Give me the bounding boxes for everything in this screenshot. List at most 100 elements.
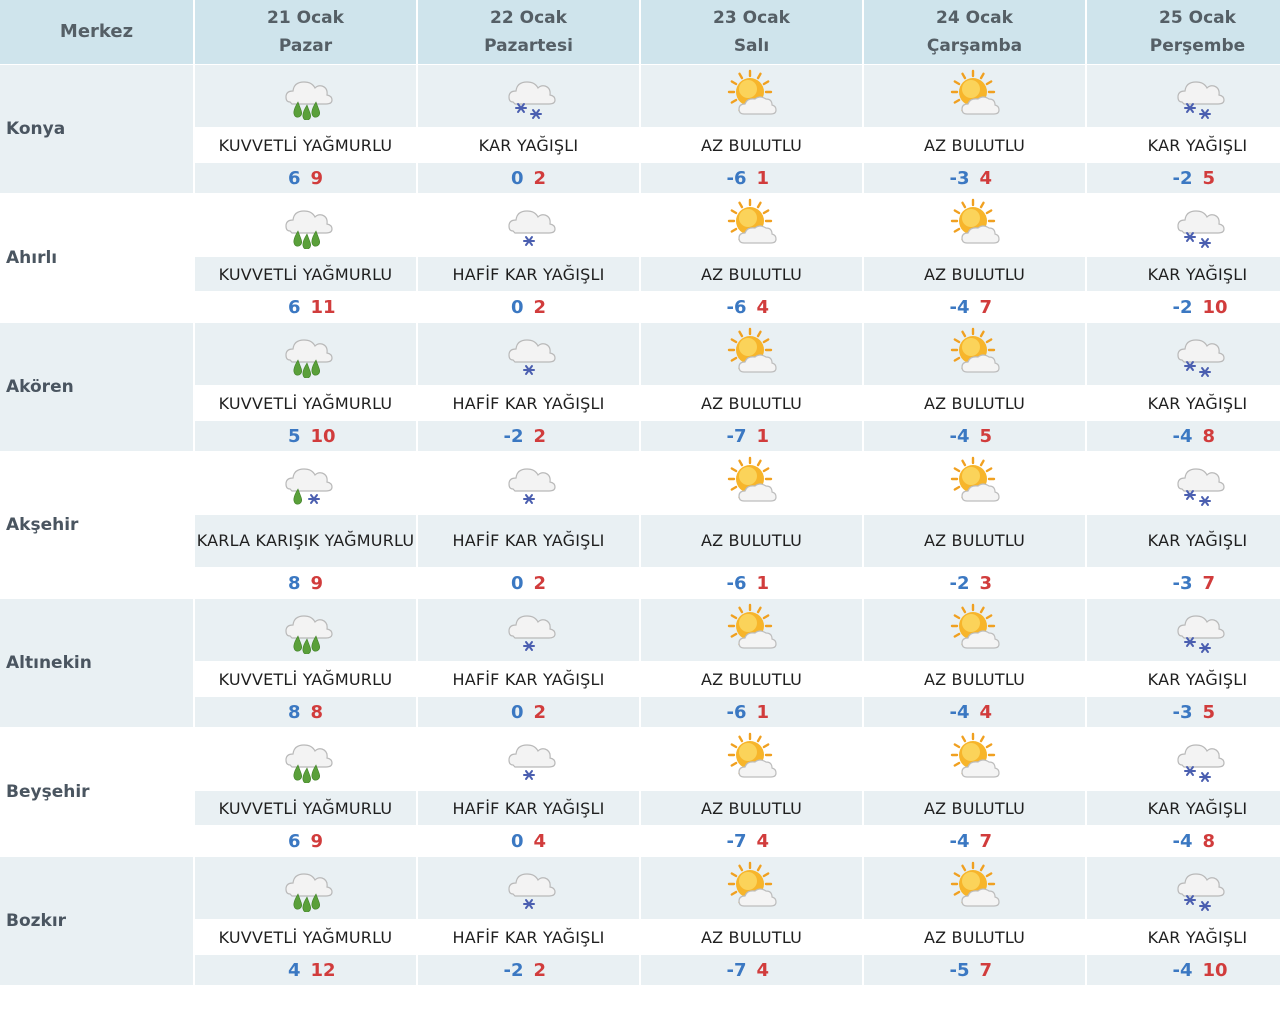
- condition-text: KUVVETLİ YAĞMURLU: [195, 920, 416, 954]
- weather-icon-cell: [641, 452, 862, 514]
- weather-icon-cell: [641, 194, 862, 256]
- heavy-rain-icon: [276, 860, 336, 913]
- condition-text: KUVVETLİ YAĞMURLU: [195, 791, 416, 825]
- temperature-cell: 69: [195, 826, 416, 856]
- weather-icon-cell: [641, 857, 862, 919]
- max-temperature: 9: [310, 572, 324, 594]
- min-temperature: -5: [949, 959, 970, 981]
- max-temperature: 8: [1202, 425, 1216, 447]
- weather-icon-cell: [418, 857, 639, 919]
- day-date: 24 Ocak: [936, 8, 1013, 28]
- partly-cloudy-icon: [945, 602, 1005, 654]
- condition-text: AZ BULUTLU: [864, 791, 1085, 825]
- min-temperature: 6: [287, 296, 301, 318]
- day-weekday: Perşembe: [1149, 36, 1246, 56]
- temperature-cell: -4 8: [1087, 826, 1280, 856]
- temperature-cell: -7 1: [641, 421, 862, 451]
- condition-text: AZ BULUTLU: [864, 386, 1085, 420]
- condition-text: HAFİF KAR YAĞIŞLI: [418, 791, 639, 825]
- location-name: Akören: [0, 323, 193, 451]
- max-temperature: 1: [756, 167, 770, 189]
- min-temperature: -4: [949, 425, 970, 447]
- weather-icon-cell: [864, 857, 1085, 919]
- condition-text: KAR YAĞIŞLI: [1087, 128, 1280, 162]
- temperature-cell: 6 11: [195, 292, 416, 322]
- location-name: Konya: [0, 65, 193, 193]
- weather-icon-cell: [195, 857, 416, 919]
- condition-text: KUVVETLİ YAĞMURLU: [195, 257, 416, 291]
- max-temperature: 7: [979, 959, 993, 981]
- light-snow-icon: [499, 860, 559, 912]
- temperature-cell: 4 12: [195, 955, 416, 985]
- icon-row: Bozkır: [0, 857, 1280, 985]
- max-temperature: 10: [310, 425, 336, 447]
- max-temperature: 1: [756, 701, 770, 723]
- temperature-cell: -6 4: [641, 292, 862, 322]
- condition-text: AZ BULUTLU: [641, 662, 862, 696]
- weather-icon-cell: [1087, 194, 1280, 256]
- weather-icon-cell: [195, 323, 416, 385]
- snow-icon: [1168, 326, 1228, 378]
- light-snow-icon: [499, 455, 559, 507]
- icon-row: Ahırlı: [0, 194, 1280, 322]
- max-temperature: 8: [1202, 830, 1216, 852]
- weather-icon-cell: [864, 65, 1085, 127]
- temperature-cell: -7 4: [641, 955, 862, 985]
- icon-row: Akören: [0, 323, 1280, 451]
- temperature-cell: -6 1: [641, 697, 862, 727]
- min-temperature: -3: [949, 167, 970, 189]
- light-snow-icon: [499, 602, 559, 654]
- temperature-cell: -3 7: [1087, 568, 1280, 598]
- min-temperature: 8: [287, 572, 301, 594]
- condition-text: AZ BULUTLU: [864, 515, 1085, 567]
- weather-icon-cell: [195, 65, 416, 127]
- min-temperature: 6: [287, 167, 301, 189]
- condition-text: AZ BULUTLU: [641, 128, 862, 162]
- weather-icon-cell: [864, 728, 1085, 790]
- condition-text: AZ BULUTLU: [641, 515, 862, 567]
- min-temperature: 8: [287, 701, 301, 723]
- condition-text: AZ BULUTLU: [864, 257, 1085, 291]
- min-temperature: -2: [949, 572, 970, 594]
- weather-icon-cell: [1087, 599, 1280, 661]
- min-temperature: 5: [287, 425, 301, 447]
- min-temperature: -4: [1172, 425, 1193, 447]
- temperature-cell: -6 1: [641, 163, 862, 193]
- partly-cloudy-icon: [722, 860, 782, 912]
- max-temperature: 7: [979, 296, 993, 318]
- min-temperature: -6: [726, 701, 747, 723]
- condition-text: AZ BULUTLU: [641, 920, 862, 954]
- temperature-cell: -4 7: [864, 826, 1085, 856]
- max-temperature: 1: [756, 425, 770, 447]
- weather-icon-cell: [864, 194, 1085, 256]
- icon-row: Akşehir: [0, 452, 1280, 598]
- snow-icon: [1168, 455, 1228, 507]
- icon-row: Beyşehir: [0, 728, 1280, 856]
- condition-text: AZ BULUTLU: [641, 386, 862, 420]
- max-temperature: 7: [979, 830, 993, 852]
- max-temperature: 10: [1202, 959, 1228, 981]
- weather-icon-cell: [1087, 323, 1280, 385]
- weather-icon-cell: [1087, 452, 1280, 514]
- temperature-cell: 02: [418, 163, 639, 193]
- weather-icon-cell: [195, 728, 416, 790]
- condition-text: KAR YAĞIŞLI: [1087, 662, 1280, 696]
- day-date: 23 Ocak: [713, 8, 790, 28]
- max-temperature: 1: [756, 572, 770, 594]
- condition-text: KARLA KARIŞIK YAĞMURLU: [195, 515, 416, 567]
- min-temperature: 0: [510, 701, 524, 723]
- weather-icon-cell: [195, 452, 416, 514]
- max-temperature: 2: [533, 167, 547, 189]
- day-header: 21 Ocak Pazar: [195, 0, 416, 64]
- temperature-cell: 88: [195, 697, 416, 727]
- temperature-cell: 02: [418, 292, 639, 322]
- weather-icon-cell: [864, 323, 1085, 385]
- forecast-table: Merkez 21 Ocak Pazar 22 Ocak Pazartesi 23 …: [0, 0, 1280, 986]
- max-temperature: 2: [533, 425, 547, 447]
- partly-cloudy-icon: [722, 68, 782, 120]
- temperature-cell: -4 5: [864, 421, 1085, 451]
- partly-cloudy-icon: [945, 731, 1005, 783]
- condition-text: KAR YAĞIŞLI: [1087, 515, 1280, 567]
- min-temperature: 6: [287, 830, 301, 852]
- temperature-cell: -4 7: [864, 292, 1085, 322]
